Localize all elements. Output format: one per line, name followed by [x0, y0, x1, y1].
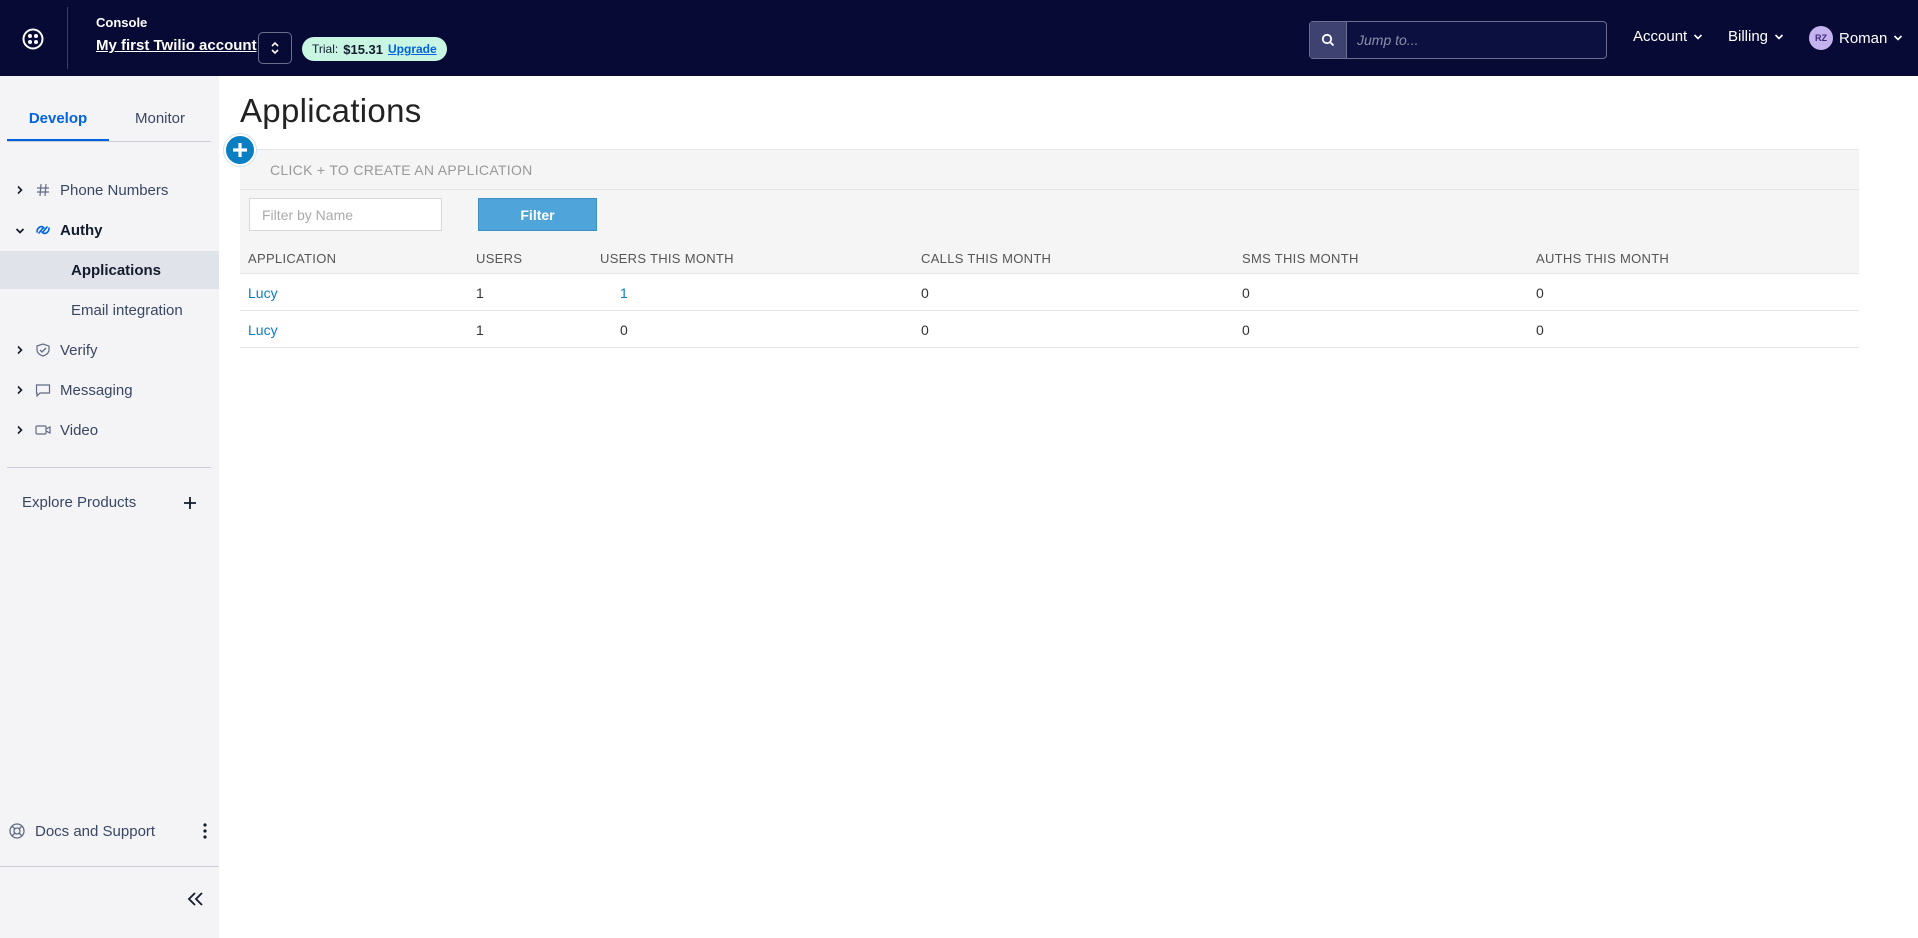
top-bar: Console My first Twilio account Trial: $…: [0, 0, 1918, 76]
avatar: RZ: [1809, 26, 1833, 50]
trial-label: Trial:: [312, 42, 339, 56]
video-icon: [34, 421, 52, 439]
main-content: Applications CLICK + TO CREATE AN APPLIC…: [219, 76, 1918, 938]
user-name: Roman: [1839, 29, 1888, 47]
table-cell: 0: [620, 322, 628, 338]
page-title: Applications: [240, 92, 422, 129]
topbar-divider: [67, 7, 68, 69]
sidebar-item-label: Authy: [60, 221, 103, 239]
lifebuoy-icon: [9, 823, 25, 839]
filter-button[interactable]: Filter: [478, 198, 597, 231]
sidebar-item-video[interactable]: Video: [0, 411, 219, 449]
application-link[interactable]: Lucy: [248, 285, 278, 301]
create-hint: CLICK + TO CREATE AN APPLICATION: [270, 162, 533, 178]
sidebar-item-verify[interactable]: Verify: [0, 331, 219, 369]
table-cell: 1: [476, 285, 484, 301]
explore-products[interactable]: Explore Products: [22, 494, 197, 511]
authy-icon: [34, 221, 52, 239]
hash-icon: [34, 181, 52, 199]
users-this-month-link[interactable]: 1: [620, 285, 628, 301]
verify-icon: [34, 341, 52, 359]
create-application-button[interactable]: [224, 134, 256, 166]
table-cell: 0: [1242, 322, 1250, 338]
search-input[interactable]: [1347, 22, 1606, 58]
table-row: Lucy 1 0 0 0 0: [240, 311, 1859, 348]
collapse-sidebar-icon[interactable]: [187, 891, 205, 912]
chat-icon: [34, 381, 52, 399]
sidebar-item-label: Phone Numbers: [60, 181, 169, 199]
column-header: USERS THIS MONTH: [600, 251, 734, 266]
chevron-right-icon: [14, 342, 26, 359]
filter-bar: Filter: [240, 190, 1859, 241]
more-vertical-icon[interactable]: [202, 822, 208, 840]
sidebar-divider: [0, 866, 219, 867]
column-header: USERS: [476, 251, 523, 266]
table-cell: 0: [921, 322, 929, 338]
chevron-down-icon: [1894, 35, 1903, 41]
user-menu[interactable]: RZ Roman: [1809, 26, 1903, 50]
chevron-down-icon: [14, 222, 26, 239]
chevron-right-icon: [14, 382, 26, 399]
sidebar-item-messaging[interactable]: Messaging: [0, 371, 219, 409]
table-cell: 1: [476, 322, 484, 338]
chevron-right-icon: [14, 182, 26, 199]
twilio-logo-icon[interactable]: [16, 22, 50, 56]
trial-amount: $15.31: [343, 41, 383, 57]
sidebar-tabs: Develop Monitor: [7, 100, 211, 142]
chevron-up-down-icon: [271, 41, 279, 55]
column-header: CALLS THIS MONTH: [921, 251, 1052, 266]
column-header: APPLICATION: [248, 251, 337, 266]
upgrade-link[interactable]: Upgrade: [388, 42, 437, 56]
column-header: SMS THIS MONTH: [1242, 251, 1359, 266]
chevron-down-icon: [1694, 33, 1703, 40]
console-label: Console: [96, 15, 148, 30]
docs-and-support[interactable]: Docs and Support: [8, 822, 208, 840]
applications-table: APPLICATION USERS USERS THIS MONTH CALLS…: [240, 241, 1859, 348]
column-header: AUTHS THIS MONTH: [1536, 251, 1670, 266]
account-name-link[interactable]: My first Twilio account: [96, 37, 257, 54]
create-application-bar: CLICK + TO CREATE AN APPLICATION: [240, 149, 1859, 190]
explore-products-label: Explore Products: [22, 494, 137, 511]
tab-monitor[interactable]: Monitor: [109, 100, 211, 141]
sidebar-item-email-integration[interactable]: Email integration: [0, 291, 219, 329]
table-cell: 0: [1242, 285, 1250, 301]
sidebar-item-applications[interactable]: Applications: [0, 251, 219, 289]
jump-to-search: [1309, 21, 1607, 59]
billing-menu[interactable]: Billing: [1728, 28, 1784, 45]
docs-label: Docs and Support: [35, 822, 156, 840]
table-header: APPLICATION USERS USERS THIS MONTH CALLS…: [240, 241, 1859, 274]
sidebar-item-label: Verify: [60, 341, 98, 359]
table-row: Lucy 1 1 0 0 0: [240, 274, 1859, 311]
sidebar-item-label: Applications: [71, 261, 162, 279]
account-menu[interactable]: Account: [1633, 28, 1703, 45]
table-cell: 0: [1536, 322, 1544, 338]
sidebar-divider: [7, 467, 211, 468]
plus-icon: [233, 143, 247, 157]
application-link[interactable]: Lucy: [248, 322, 278, 338]
tab-develop[interactable]: Develop: [7, 100, 109, 141]
chevron-right-icon: [14, 422, 26, 439]
table-cell: 0: [1536, 285, 1544, 301]
plus-icon[interactable]: [183, 496, 197, 510]
sidebar-item-label: Video: [60, 421, 99, 439]
account-menu-label: Account: [1633, 28, 1688, 45]
filter-by-name-input[interactable]: [249, 198, 442, 231]
trial-badge: Trial: $15.31 Upgrade: [302, 37, 447, 61]
chevron-down-icon: [1774, 33, 1784, 40]
billing-menu-label: Billing: [1728, 28, 1769, 45]
search-icon[interactable]: [1310, 22, 1347, 58]
sidebar-item-label: Email integration: [71, 301, 183, 319]
sidebar: Develop Monitor Phone Numbers Authy Appl…: [0, 76, 219, 938]
account-switcher-button[interactable]: [258, 32, 292, 64]
sidebar-item-phone-numbers[interactable]: Phone Numbers: [0, 171, 219, 209]
table-cell: 0: [921, 285, 929, 301]
sidebar-item-label: Messaging: [60, 381, 133, 399]
sidebar-item-authy[interactable]: Authy: [0, 211, 219, 249]
